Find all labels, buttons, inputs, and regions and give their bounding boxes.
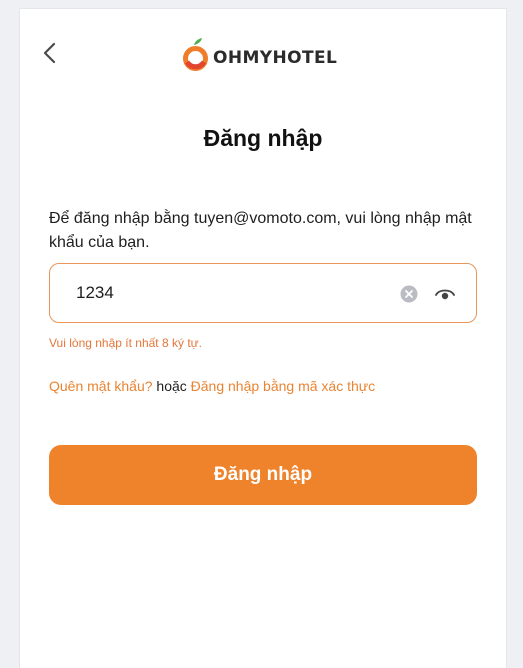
login-button-label: Đăng nhập [213,464,313,485]
orange-logo-icon [183,38,208,71]
password-input[interactable] [76,264,376,322]
login-card: OHMYHOTEL Đăng nhập Để đăng nhập bằng tu… [19,8,507,668]
clear-icon[interactable] [400,285,418,303]
login-description: Để đăng nhập bằng tuyen@vomoto.com, vui … [49,210,472,251]
forgot-password-link[interactable]: Quên mật khẩu? [49,378,153,394]
eye-icon[interactable] [435,286,455,302]
brand-logo: OHMYHOTEL [182,35,337,75]
login-button[interactable]: Đăng nhập [49,445,477,505]
error-message: Vui lòng nhập ít nhất 8 ký tự. [49,336,203,350]
back-button[interactable] [40,41,60,65]
or-text: hoặc [156,378,187,394]
code-login-link[interactable]: Đăng nhập bằng mã xác thực [191,378,376,394]
chevron-left-icon [43,42,56,64]
page-title: Đăng nhập [203,125,323,151]
brand-name: OHMYHOTEL [213,48,338,68]
password-field [49,263,477,323]
alt-login-links: Quên mật khẩu? hoặc Đăng nhập bằng mã xá… [49,378,375,394]
